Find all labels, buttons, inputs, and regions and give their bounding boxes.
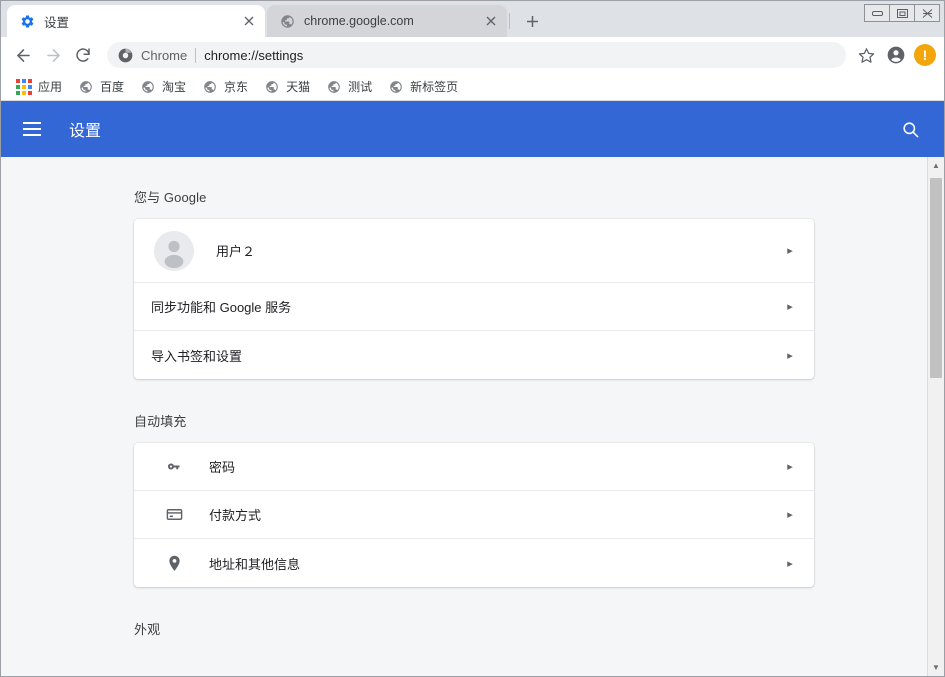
bookmark-tmall[interactable]: 天猫	[257, 75, 317, 98]
reload-button[interactable]	[69, 41, 97, 69]
vertical-scrollbar[interactable]: ▲ ▼	[927, 157, 944, 676]
omnibox-url-text: chrome://settings	[204, 48, 836, 63]
chevron-right-icon: ▸	[783, 460, 797, 473]
credit-card-icon	[164, 505, 184, 525]
bookmark-taobao[interactable]: 淘宝	[133, 75, 193, 98]
scrollbar-thumb[interactable]	[930, 178, 942, 378]
tab-title: chrome.google.com	[304, 14, 477, 28]
bookmark-apps[interactable]: 应用	[9, 75, 69, 98]
settings-content: 您与 Google 用户２ ▸	[1, 157, 944, 638]
scroll-down-arrow-icon[interactable]: ▼	[928, 659, 944, 676]
bookmark-label: 淘宝	[162, 78, 186, 95]
bookmark-label: 应用	[38, 78, 62, 95]
globe-icon	[388, 79, 404, 95]
row-import-bookmarks-and-settings[interactable]: 导入书签和设置 ▸	[134, 331, 814, 379]
chevron-right-icon: ▸	[783, 300, 797, 313]
section-title-autofill: 自动填充	[134, 411, 944, 430]
search-icon[interactable]	[898, 117, 922, 141]
back-button[interactable]	[9, 41, 37, 69]
chrome-logo-icon	[117, 47, 133, 63]
hamburger-menu-icon[interactable]	[23, 117, 47, 141]
bookmarks-bar: 应用 百度 淘宝 京东 天猫	[1, 73, 944, 101]
row-label: 导入书签和设置	[151, 346, 783, 365]
spacer	[1, 379, 944, 411]
row-label: 地址和其他信息	[209, 554, 783, 573]
section-title-appearance: 外观	[134, 619, 944, 638]
tab-strip: 设置 chrome.google.com	[1, 1, 944, 37]
bookmark-new-tab-page[interactable]: 新标签页	[381, 75, 465, 98]
row-payment-methods[interactable]: 付款方式 ▸	[134, 491, 814, 539]
bookmark-test[interactable]: 测试	[319, 75, 379, 98]
card-autofill: 密码 ▸ 付款方式 ▸	[134, 443, 814, 587]
user-avatar-icon	[154, 231, 194, 271]
settings-scroll-area: 您与 Google 用户２ ▸	[1, 157, 944, 676]
settings-page: 设置 您与 Google	[1, 101, 944, 676]
bookmark-jd[interactable]: 京东	[195, 75, 255, 98]
close-button[interactable]	[914, 4, 940, 22]
tab-chrome-google-com[interactable]: chrome.google.com	[267, 5, 507, 37]
globe-icon	[264, 79, 280, 95]
maximize-button[interactable]	[889, 4, 915, 22]
bookmark-label: 天猫	[286, 78, 310, 95]
omnibox-chip-label: Chrome	[141, 48, 187, 63]
settings-gear-icon	[19, 13, 35, 29]
section-title-you-and-google: 您与 Google	[134, 187, 944, 206]
chevron-right-icon: ▸	[783, 508, 797, 521]
scrollbar-track[interactable]	[928, 174, 944, 659]
minimize-button[interactable]	[864, 4, 890, 22]
chrome-menu-update-button[interactable]: !	[914, 44, 936, 66]
tab-settings[interactable]: 设置	[7, 5, 265, 37]
row-passwords[interactable]: 密码 ▸	[134, 443, 814, 491]
settings-header-bar: 设置	[1, 101, 944, 157]
globe-icon	[140, 79, 156, 95]
window-controls	[865, 4, 940, 22]
card-you-and-google: 用户２ ▸ 同步功能和 Google 服务 ▸ 导入书签和设置 ▸	[134, 219, 814, 379]
chevron-right-icon: ▸	[783, 349, 797, 362]
chevron-right-icon: ▸	[783, 244, 797, 257]
row-label: 密码	[209, 457, 783, 476]
profile-avatar-icon[interactable]	[882, 41, 910, 69]
bookmark-label: 京东	[224, 78, 248, 95]
spacer	[1, 587, 944, 619]
bookmark-star-icon[interactable]	[852, 41, 880, 69]
tab-title: 设置	[44, 12, 235, 31]
close-icon[interactable]	[241, 13, 257, 29]
bookmark-label: 新标签页	[410, 78, 458, 95]
omnibox-divider	[195, 48, 196, 63]
row-addresses-and-more[interactable]: 地址和其他信息 ▸	[134, 539, 814, 587]
row-label: 同步功能和 Google 服务	[151, 297, 783, 316]
page-title: 设置	[69, 117, 101, 141]
browser-toolbar: Chrome chrome://settings !	[1, 37, 944, 73]
bookmark-label: 百度	[100, 78, 124, 95]
globe-icon	[279, 13, 295, 29]
globe-icon	[78, 79, 94, 95]
forward-button[interactable]	[39, 41, 67, 69]
row-profile-user[interactable]: 用户２ ▸	[134, 219, 814, 283]
address-bar[interactable]: Chrome chrome://settings	[107, 42, 846, 68]
new-tab-button[interactable]	[518, 7, 546, 35]
close-icon[interactable]	[483, 13, 499, 29]
bookmark-label: 测试	[348, 78, 372, 95]
menu-badge-label: !	[923, 48, 928, 62]
globe-icon	[202, 79, 218, 95]
tab-separator	[509, 13, 510, 29]
browser-window: 设置 chrome.google.com	[0, 0, 945, 677]
bookmark-baidu[interactable]: 百度	[71, 75, 131, 98]
row-label: 付款方式	[209, 505, 783, 524]
scroll-up-arrow-icon[interactable]: ▲	[928, 157, 944, 174]
row-sync-and-google-services[interactable]: 同步功能和 Google 服务 ▸	[134, 283, 814, 331]
chevron-right-icon: ▸	[783, 557, 797, 570]
location-pin-icon	[164, 553, 184, 573]
row-label: 用户２	[216, 241, 783, 260]
key-icon	[164, 457, 184, 477]
apps-grid-icon	[16, 79, 32, 95]
globe-icon	[326, 79, 342, 95]
